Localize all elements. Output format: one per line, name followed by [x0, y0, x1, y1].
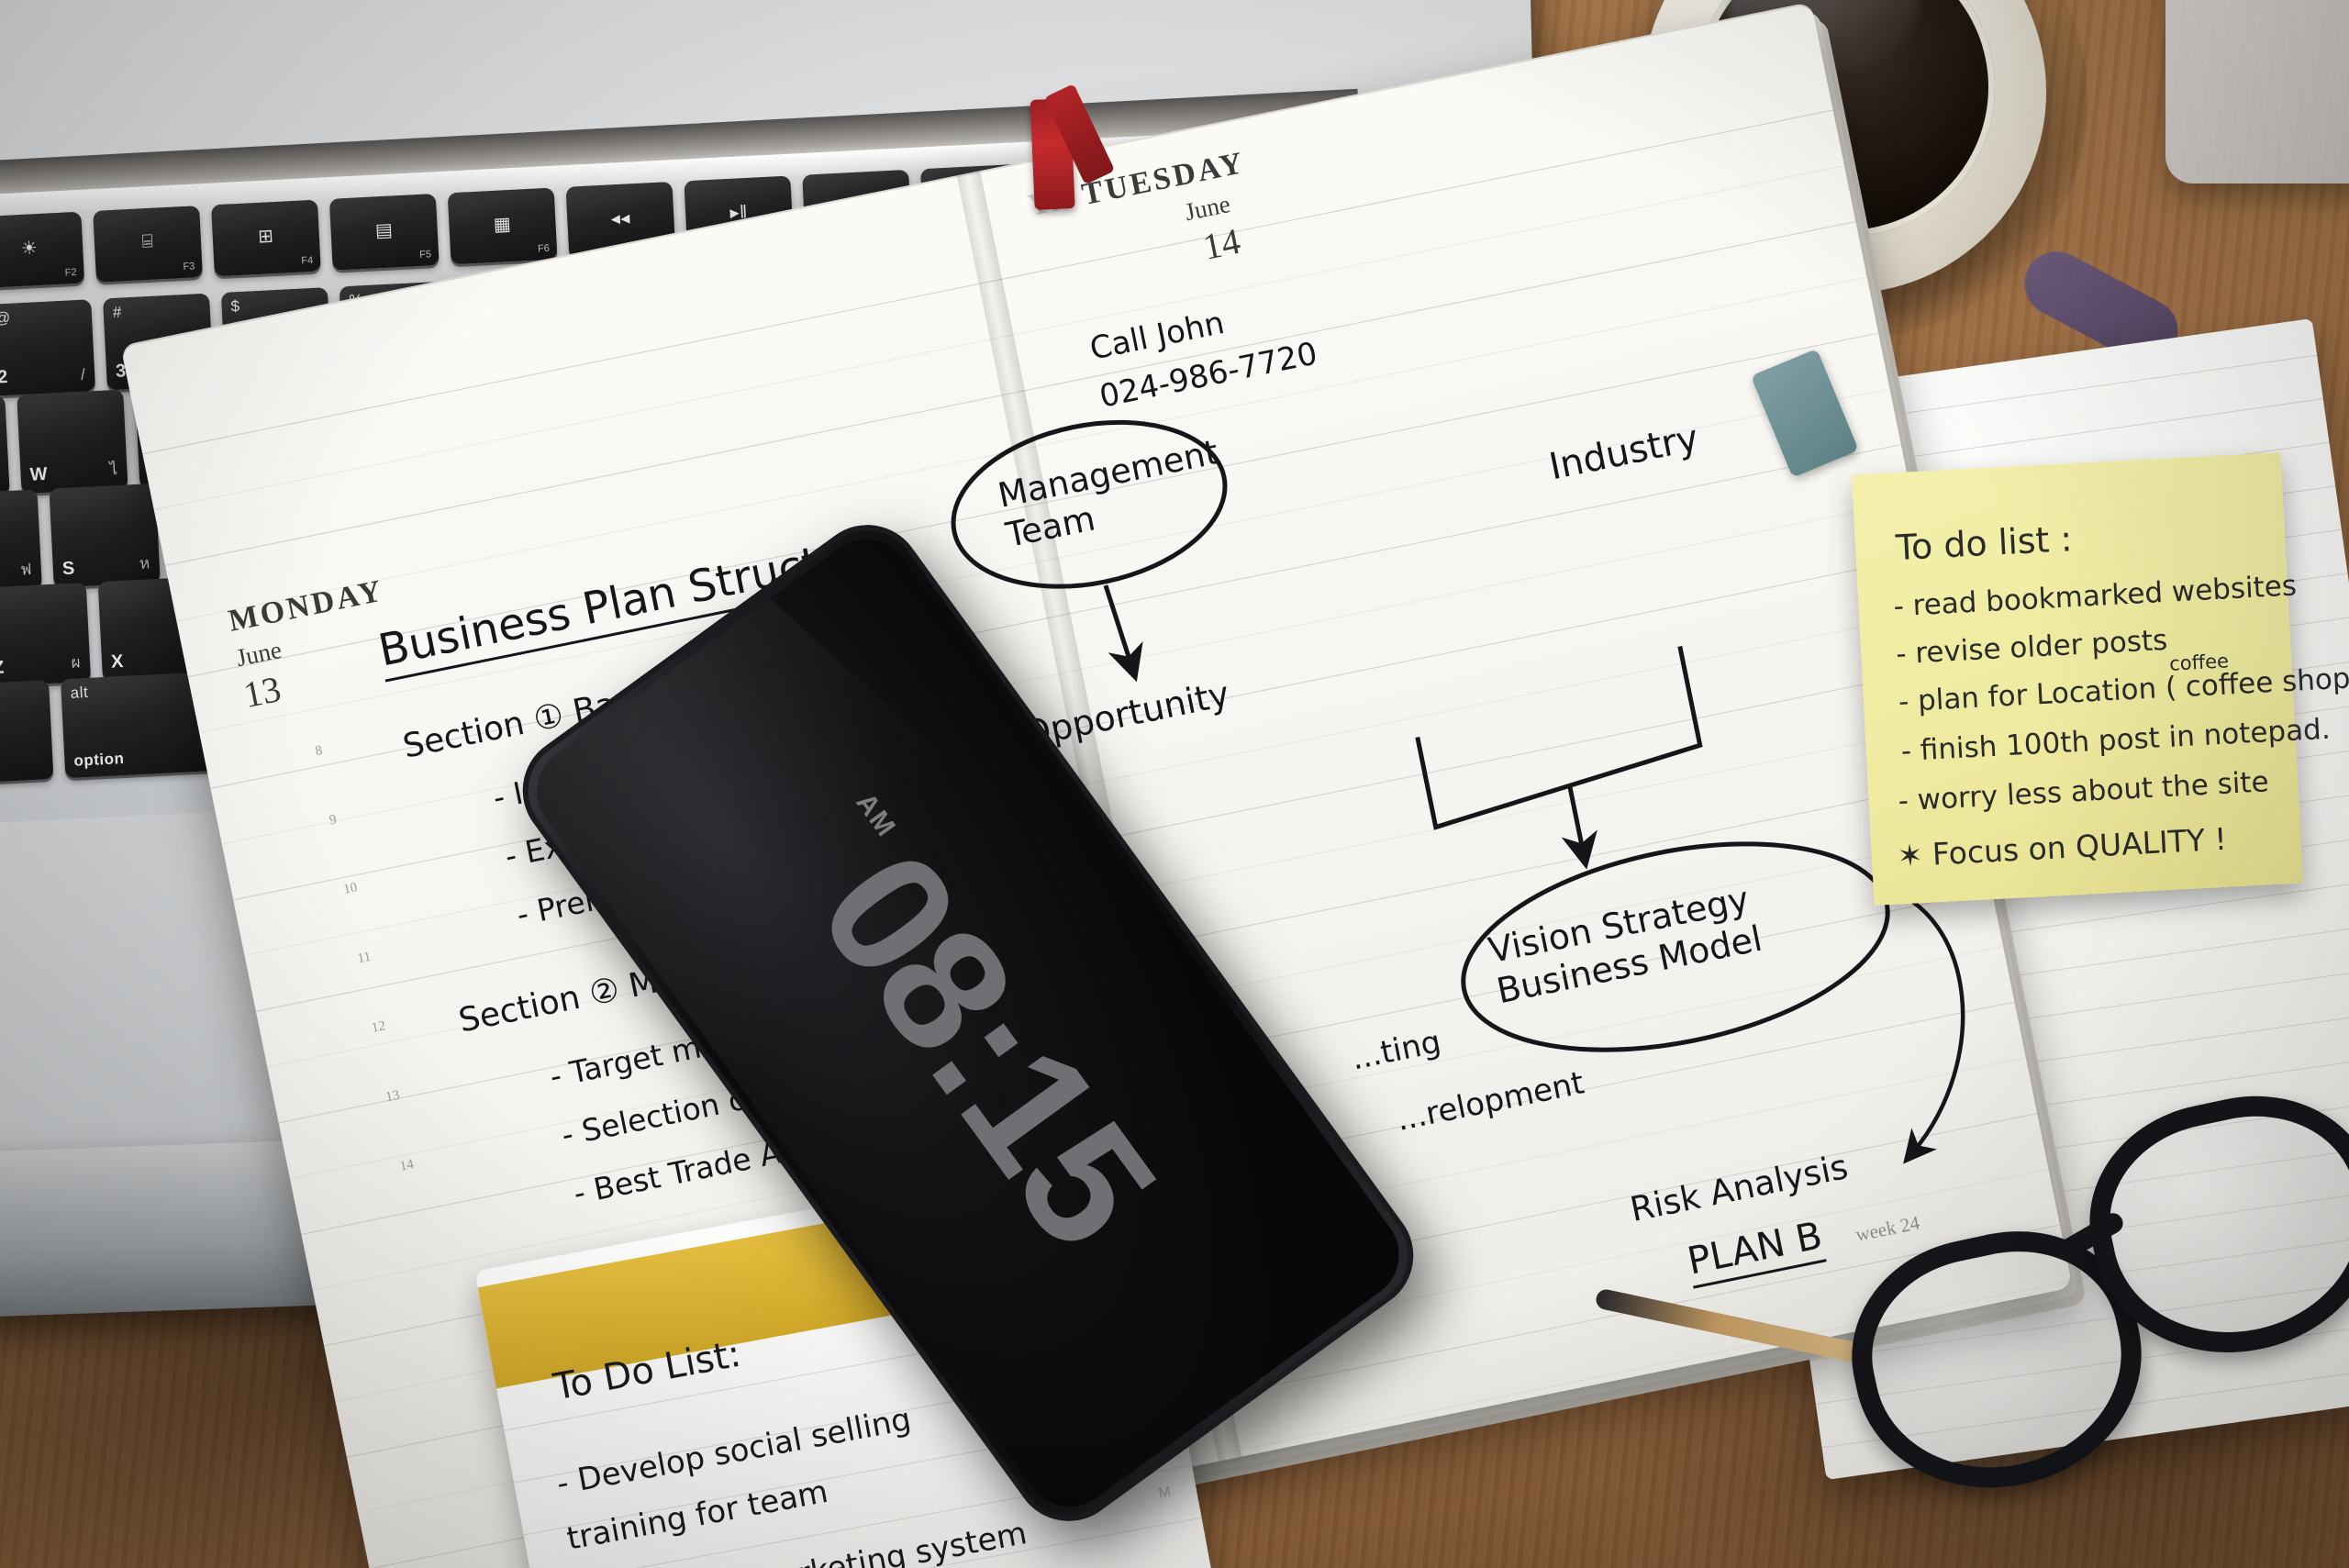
key-function-label: F5	[418, 249, 432, 261]
key-function-label: F6	[537, 242, 551, 255]
line-number-14: 14	[398, 1157, 416, 1174]
key-thai-label: ผ	[71, 653, 82, 672]
key-shift-label: #	[112, 303, 123, 321]
key-primary-label: 2	[0, 366, 9, 388]
key-function-label: F2	[64, 266, 77, 279]
key-a[interactable]: Aฟ	[0, 489, 42, 595]
sticky-item-3: - finish 100th post in notepad.	[1899, 712, 2332, 769]
key-primary-label: Z	[0, 657, 6, 679]
key-glyph-icon: ☀	[20, 238, 39, 260]
sticky-item-4: - worry less about the site	[1897, 765, 2270, 818]
key-f3[interactable]: ⌸ F3	[93, 206, 203, 283]
desk-scene: esc☀F1☀F2⌸F3⊞F4▤F5▦F6◂◂F7▸‖F8▸▸F9◂×F10◂)…	[0, 0, 2349, 1568]
key-thai-label: ฟ	[19, 560, 33, 579]
key-primary-label: option	[73, 750, 125, 770]
key-w[interactable]: Wไ	[17, 389, 128, 495]
key-primary-label: X	[110, 651, 125, 673]
sticky-item-0: - read bookmarked websites	[1892, 569, 2298, 624]
key-function-label: F3	[183, 261, 195, 273]
key-thai-label: /	[80, 365, 86, 384]
sticky-item-1: - revise older posts	[1895, 623, 2169, 672]
line-number-11: 11	[356, 949, 373, 967]
sticky-item-5: ✶ Focus on QUALITY !	[1896, 820, 2228, 874]
sticky-superscript-coffee: coffee	[2168, 650, 2230, 675]
line-number-10: 10	[341, 880, 359, 898]
key-f4[interactable]: ⊞ F4	[211, 199, 321, 277]
key-thai-label: ไ	[108, 460, 118, 479]
key-s[interactable]: Sห	[49, 483, 161, 588]
key-shift-label: alt	[70, 683, 89, 702]
white-note-item-0: - Develop social selling	[553, 1401, 915, 1503]
key-function-label: F4	[301, 254, 314, 267]
keyboard-row: fncontrolaltoption	[0, 671, 222, 794]
key-q[interactable]: Qๆ	[0, 395, 10, 500]
key-glyph-icon: ◂◂	[610, 208, 631, 230]
key-f2[interactable]: ☀ F2	[0, 211, 85, 289]
yellow-sticky-note[interactable]: To do list : - read bookmarked websites …	[1852, 452, 2349, 906]
key-f5[interactable]: ▤ F5	[328, 194, 440, 271]
key-primary-label: W	[29, 463, 49, 485]
note-brandmark: M	[1157, 1484, 1174, 1502]
key-thai-label: ห	[139, 554, 151, 573]
sticky-title: To do list :	[1895, 518, 2074, 569]
key-glyph-icon: ▤	[374, 220, 394, 242]
key-glyph-icon: ▦	[493, 214, 512, 236]
key-shift-label: $	[230, 296, 241, 316]
key-z[interactable]: Zผ	[0, 582, 92, 687]
glass-tumbler	[2165, 0, 2349, 183]
sticky-item-2: - plan for Location ( coffee shop..)	[1898, 660, 2349, 719]
key-control[interactable]: control	[0, 680, 54, 787]
key-2[interactable]: @2 /	[0, 299, 96, 396]
line-number-13: 13	[384, 1087, 401, 1106]
line-number-12: 12	[370, 1018, 387, 1036]
key-f6[interactable]: ▦ F6	[447, 187, 558, 265]
key-glyph-icon: ⌸	[141, 231, 154, 253]
key-primary-label: S	[61, 558, 76, 580]
key-shift-label: @	[0, 308, 12, 328]
key-glyph-icon: ⊞	[257, 226, 275, 248]
